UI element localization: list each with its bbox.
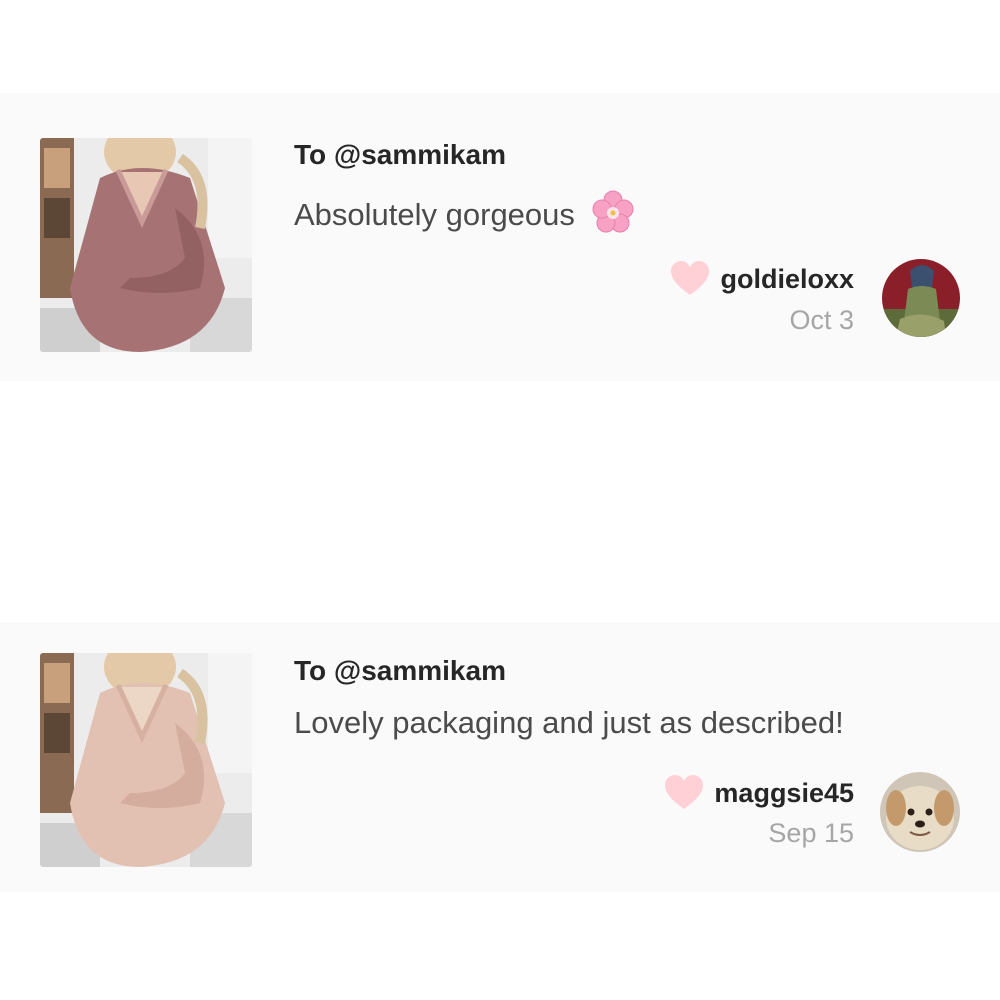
product-thumbnail[interactable] (40, 138, 252, 352)
heart-icon[interactable] (664, 775, 704, 811)
review-card[interactable]: To @sammikam Absolutely gorgeous goldiel… (0, 93, 1000, 381)
review-date: Oct 3 (789, 305, 854, 335)
product-thumbnail[interactable] (40, 653, 252, 867)
reviewer-username[interactable]: goldieloxx (720, 264, 854, 295)
review-comment-text: Absolutely gorgeous (294, 197, 575, 232)
review-card[interactable]: To @sammikam Lovely packaging and just a… (0, 622, 1000, 892)
review-comment: Absolutely gorgeous (294, 189, 636, 235)
cherry-blossom-icon (592, 190, 634, 233)
reviewer-row: goldieloxx (670, 261, 854, 297)
review-comment: Lovely packaging and just as described! (294, 705, 844, 741)
recipient-label: To @sammikam (294, 655, 506, 686)
avatar[interactable] (882, 259, 960, 337)
review-date: Sep 15 (768, 818, 854, 848)
avatar[interactable] (880, 772, 960, 852)
heart-icon[interactable] (670, 261, 710, 297)
reviewer-row: maggsie45 (664, 775, 854, 811)
reviewer-username[interactable]: maggsie45 (714, 778, 854, 809)
recipient-label: To @sammikam (294, 139, 506, 170)
review-comment-text: Lovely packaging and just as described! (294, 705, 844, 740)
